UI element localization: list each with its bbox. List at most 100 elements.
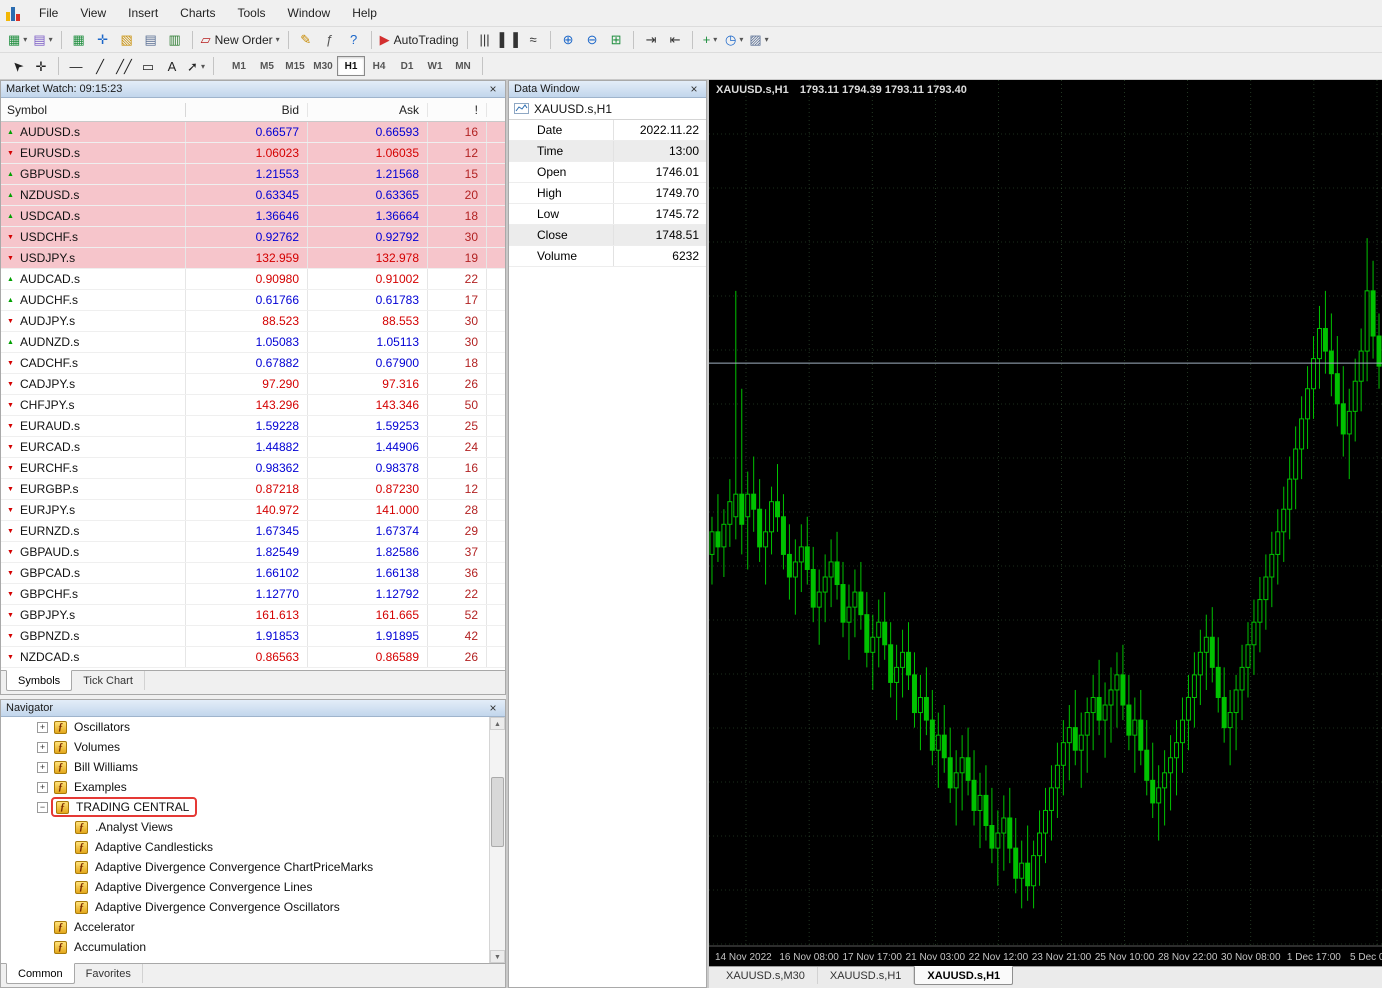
market-watch-row[interactable]: ▼EURGBP.s0.872180.8723012 [1, 479, 505, 500]
close-icon[interactable]: × [486, 82, 500, 96]
indicators-button[interactable]: +▾ [698, 29, 722, 51]
navigator-item[interactable]: ƒAdaptive Candlesticks [1, 837, 489, 857]
navigator-item[interactable]: ƒAccelerator [1, 917, 489, 937]
timeframe-h4-button[interactable]: H4 [365, 56, 393, 76]
dropdown-caret-icon[interactable]: ▾ [276, 35, 280, 44]
close-icon[interactable]: × [687, 82, 701, 96]
navigator-item[interactable]: ƒAdaptive Divergence Convergence ChartPr… [1, 857, 489, 877]
timeframe-d1-button[interactable]: D1 [393, 56, 421, 76]
dropdown-caret-icon[interactable]: ▾ [49, 35, 53, 44]
menu-view[interactable]: View [69, 1, 117, 25]
market-watch-row[interactable]: ▼EURCAD.s1.448821.4490624 [1, 437, 505, 458]
strategy-tester-toggle-button[interactable]: ▥ [163, 29, 187, 51]
candles-chart-button[interactable]: ▌▐ [497, 29, 521, 51]
trendline-button[interactable]: ╱ [88, 55, 112, 77]
market-watch-row[interactable]: ▲NZDUSD.s0.633450.6336520 [1, 185, 505, 206]
market-watch-row[interactable]: ▲GBPUSD.s1.215531.2156815 [1, 164, 505, 185]
crosshair-button[interactable]: ✛ [29, 55, 53, 77]
panel-splitter[interactable] [506, 80, 508, 988]
tab-tick-chart[interactable]: Tick Chart [72, 671, 145, 690]
menu-file[interactable]: File [28, 1, 69, 25]
expand-icon[interactable]: + [37, 762, 48, 773]
column-bid[interactable]: Bid [186, 103, 308, 117]
chart-shift-button[interactable]: ⇤ [663, 29, 687, 51]
bars-chart-button[interactable]: ||| [473, 29, 497, 51]
dropdown-caret-icon[interactable]: ▾ [739, 35, 743, 44]
tab-favorites[interactable]: Favorites [75, 964, 143, 983]
data-window-toggle-button[interactable]: ✛ [91, 29, 115, 51]
market-watch-row[interactable]: ▼EURCHF.s0.983620.9837816 [1, 458, 505, 479]
chart-tab-xauusd-s-h1[interactable]: XAUUSD.s,H1 [914, 966, 1013, 985]
dropdown-caret-icon[interactable]: ▾ [201, 62, 205, 71]
tab-common[interactable]: Common [6, 963, 75, 984]
candlestick-chart[interactable]: 14 Nov 202216 Nov 08:0017 Nov 17:0021 No… [709, 80, 1382, 966]
navigator-scrollbar[interactable]: ▲ ▼ [489, 717, 505, 963]
market-watch-row[interactable]: ▲AUDUSD.s0.665770.6659316 [1, 122, 505, 143]
arrow-objects-button[interactable]: ➚▾ [184, 55, 208, 77]
text-tool-button[interactable]: A [160, 55, 184, 77]
market-watch-toggle-button[interactable]: ▦ [67, 29, 91, 51]
dropdown-caret-icon[interactable]: ▾ [713, 35, 717, 44]
new-order-button[interactable]: ▱New Order▾ [198, 29, 283, 51]
market-watch-row[interactable]: ▲AUDCHF.s0.617660.6178317 [1, 290, 505, 311]
market-watch-row[interactable]: ▼CHFJPY.s143.296143.34650 [1, 395, 505, 416]
scroll-up-icon[interactable]: ▲ [490, 717, 505, 730]
expand-icon[interactable]: + [37, 782, 48, 793]
market-watch-row[interactable]: ▲AUDNZD.s1.050831.0511330 [1, 332, 505, 353]
zoom-in-button[interactable]: ⊕ [556, 29, 580, 51]
market-watch-row[interactable]: ▼USDCHF.s0.927620.9279230 [1, 227, 505, 248]
timeframe-mn-button[interactable]: MN [449, 56, 477, 76]
auto-scroll-button[interactable]: ⇥ [639, 29, 663, 51]
navigator-item[interactable]: ƒAdaptive Divergence Convergence Lines [1, 877, 489, 897]
expert-advisors-button[interactable]: ƒ [318, 29, 342, 51]
timeframe-m1-button[interactable]: M1 [225, 56, 253, 76]
column-spread[interactable]: ! [428, 103, 487, 117]
market-watch-row[interactable]: ▼USDJPY.s132.959132.97819 [1, 248, 505, 269]
market-watch-row[interactable]: ▼GBPNZD.s1.918531.9189542 [1, 626, 505, 647]
market-watch-row[interactable]: ▼EURAUD.s1.592281.5925325 [1, 416, 505, 437]
navigator-item[interactable]: −ƒTRADING CENTRAL [1, 797, 489, 817]
tile-windows-button[interactable]: ⊞ [604, 29, 628, 51]
tab-symbols[interactable]: Symbols [6, 670, 72, 691]
periods-button[interactable]: ◷▾ [722, 29, 746, 51]
navigator-item[interactable]: ƒ.Analyst Views [1, 817, 489, 837]
market-watch-row[interactable]: ▼EURJPY.s140.972141.00028 [1, 500, 505, 521]
collapse-icon[interactable]: − [37, 802, 48, 813]
scroll-down-icon[interactable]: ▼ [490, 950, 505, 963]
column-ask[interactable]: Ask [308, 103, 428, 117]
market-watch-row[interactable]: ▼EURUSD.s1.060231.0603512 [1, 143, 505, 164]
dropdown-caret-icon[interactable]: ▾ [765, 35, 769, 44]
market-watch-row[interactable]: ▲USDCAD.s1.366461.3666418 [1, 206, 505, 227]
panel-splitter[interactable] [707, 80, 709, 988]
dropdown-caret-icon[interactable]: ▾ [23, 35, 27, 44]
timeframe-m5-button[interactable]: M5 [253, 56, 281, 76]
column-symbol[interactable]: Symbol [1, 103, 186, 117]
navigator-item[interactable]: +ƒExamples [1, 777, 489, 797]
autotrading-button[interactable]: ▶AutoTrading [377, 29, 462, 51]
horizontal-line-button[interactable]: — [64, 55, 88, 77]
menu-insert[interactable]: Insert [117, 1, 169, 25]
timeframe-m15-button[interactable]: M15 [281, 56, 309, 76]
navigator-toggle-button[interactable]: ▧ [115, 29, 139, 51]
market-watch-row[interactable]: ▼GBPJPY.s161.613161.66552 [1, 605, 505, 626]
cursor-button[interactable]: ➤ [5, 55, 29, 77]
timeframe-w1-button[interactable]: W1 [421, 56, 449, 76]
market-watch-row[interactable]: ▼NZDCAD.s0.865630.8658926 [1, 647, 505, 668]
market-watch-row[interactable]: ▼GBPAUD.s1.825491.8258637 [1, 542, 505, 563]
expand-icon[interactable]: + [37, 722, 48, 733]
line-chart-button[interactable]: ≈ [521, 29, 545, 51]
market-watch-row[interactable]: ▼GBPCAD.s1.661021.6613836 [1, 563, 505, 584]
scrollbar-thumb[interactable] [491, 777, 504, 847]
market-watch-row[interactable]: ▼GBPCHF.s1.127701.1279222 [1, 584, 505, 605]
chart-tab-xauusd-s-h1[interactable]: XAUUSD.s,H1 [818, 967, 915, 984]
new-chart-button[interactable]: ▦▾ [5, 29, 30, 51]
templates-button[interactable]: ▨▾ [746, 29, 771, 51]
navigator-item[interactable]: ƒAdaptive Divergence Convergence Oscilla… [1, 897, 489, 917]
chart-tab-xauusd-s-m30[interactable]: XAUUSD.s,M30 [714, 967, 818, 984]
navigator-item[interactable]: +ƒOscillators [1, 717, 489, 737]
timeframe-m30-button[interactable]: M30 [309, 56, 337, 76]
navigator-item[interactable]: ƒAccumulation [1, 937, 489, 957]
shapes-button[interactable]: ▭ [136, 55, 160, 77]
market-watch-row[interactable]: ▼CADCHF.s0.678820.6790018 [1, 353, 505, 374]
expand-icon[interactable]: + [37, 742, 48, 753]
